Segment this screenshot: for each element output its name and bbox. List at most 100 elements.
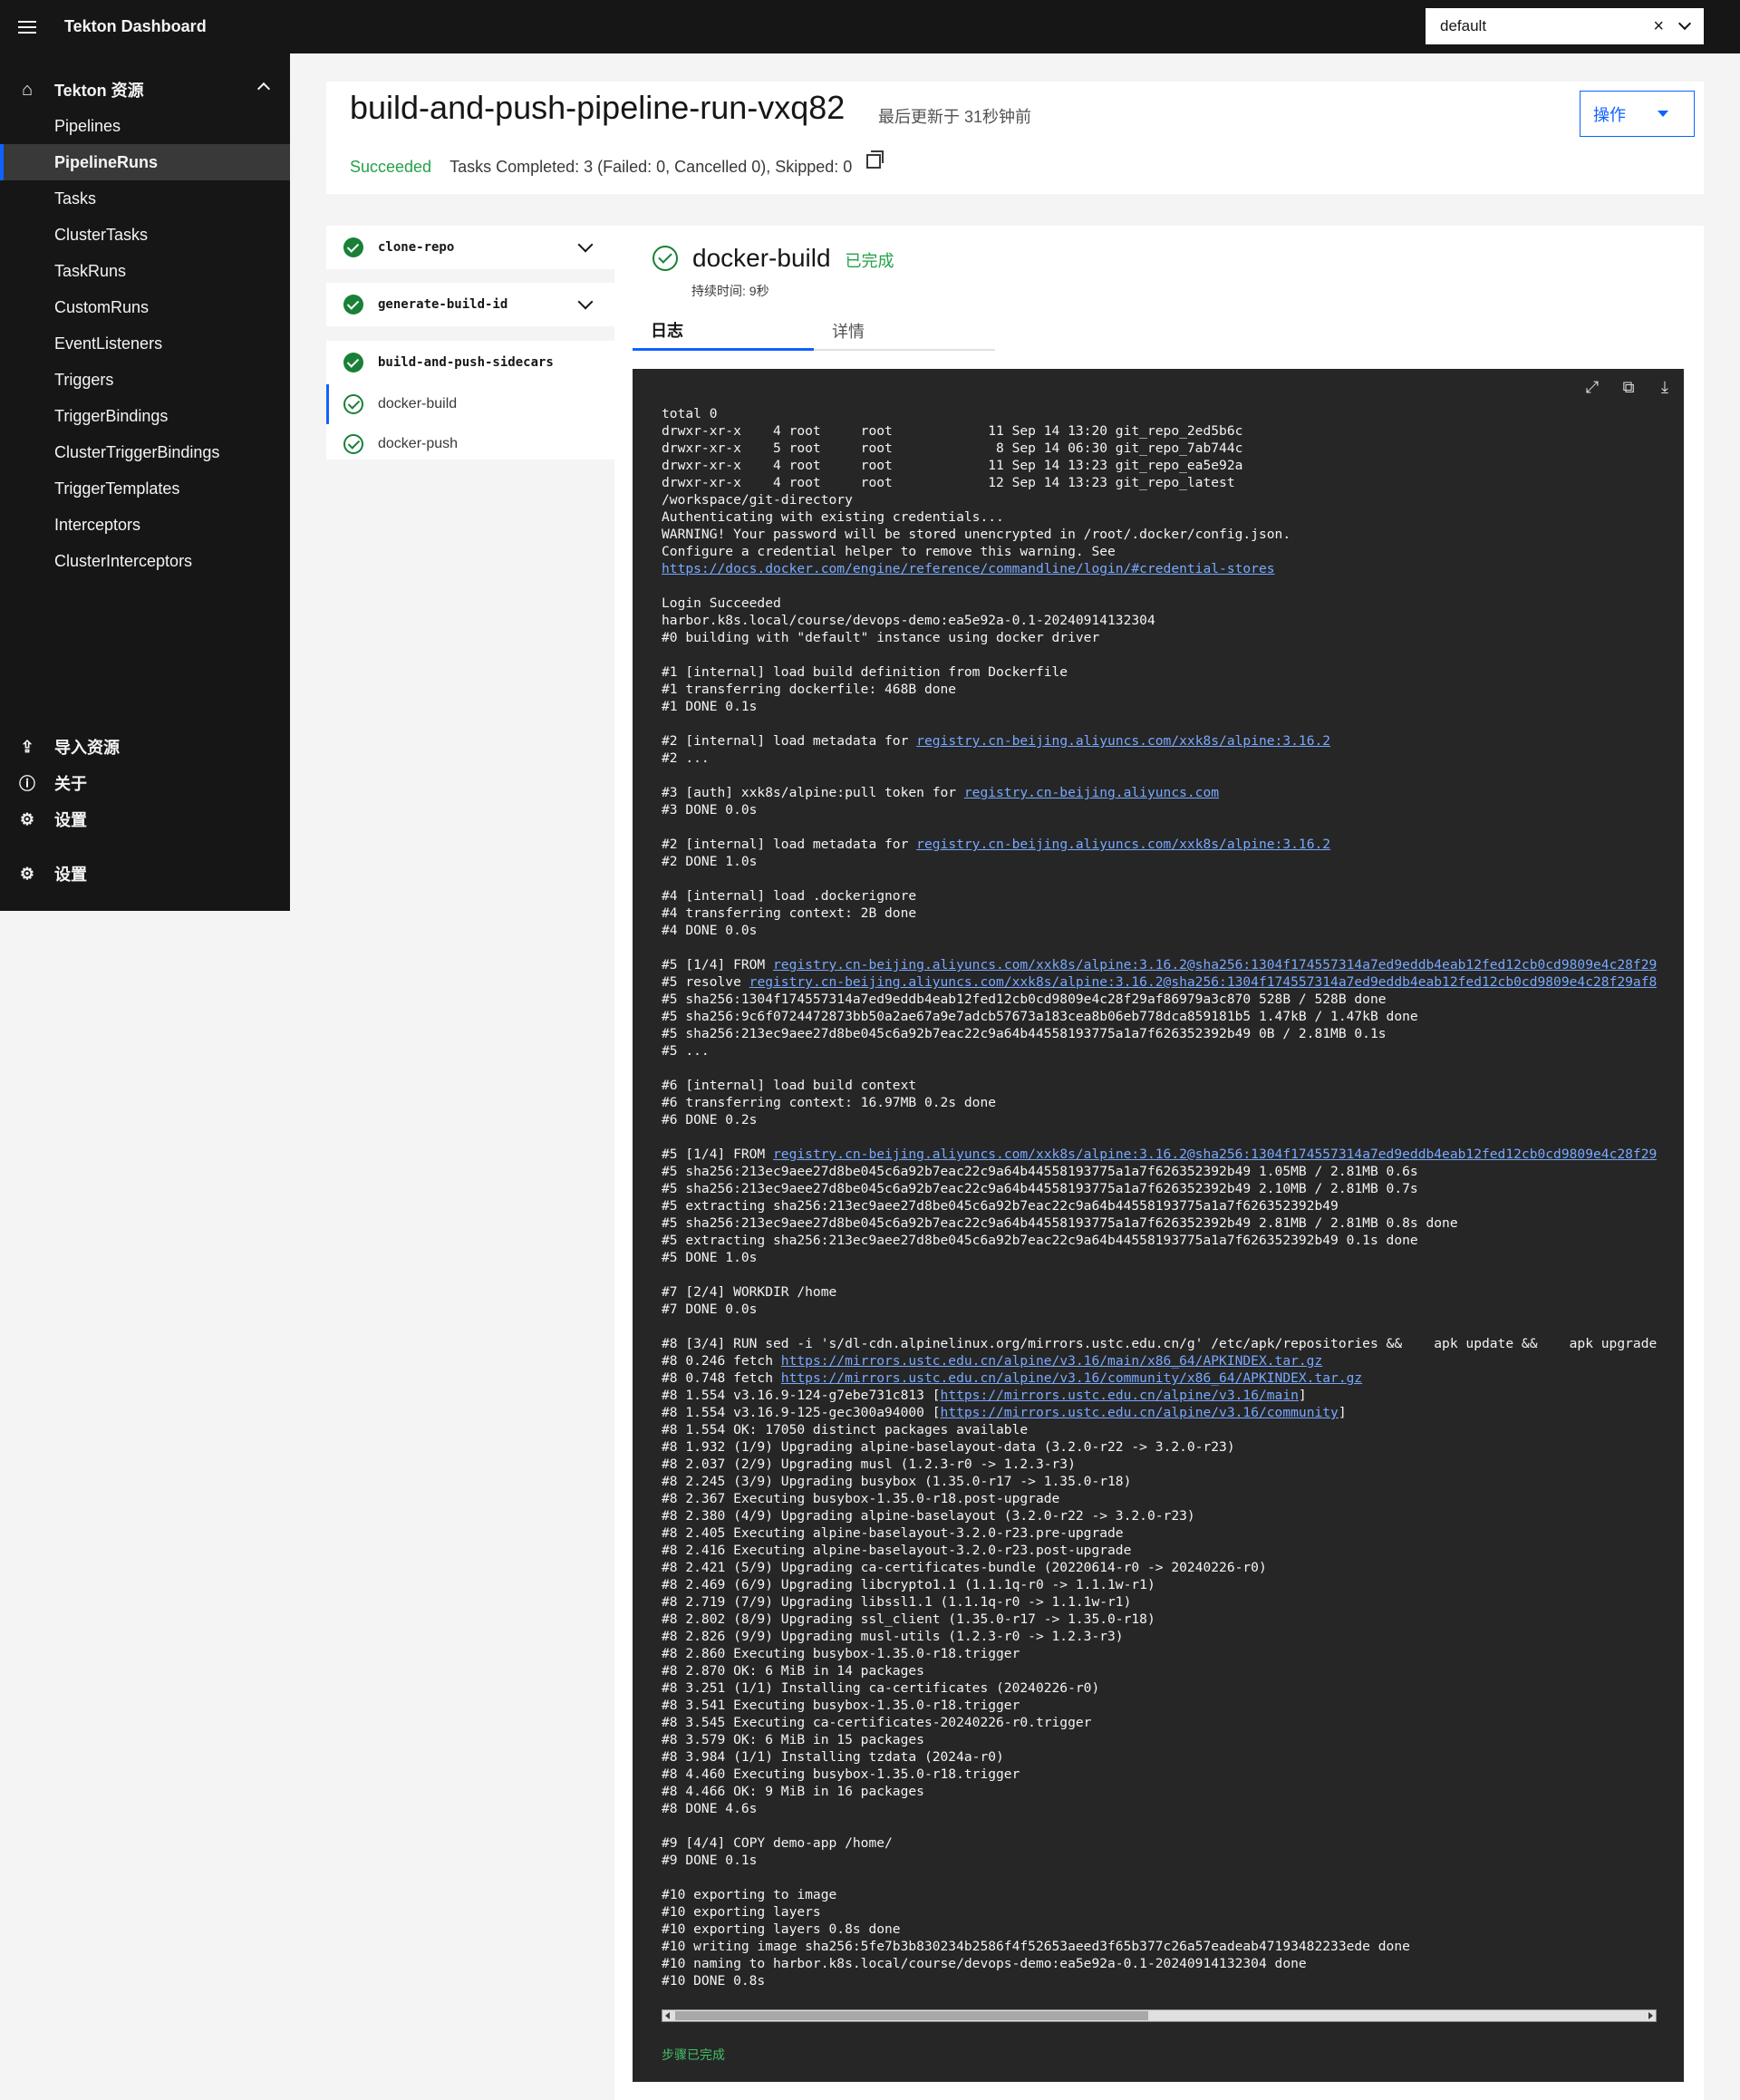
sidebar-item-pipelineruns[interactable]: PipelineRuns bbox=[0, 144, 290, 180]
sidebar-group-tekton-resources[interactable]: ⌂ Tekton 资源 bbox=[0, 72, 290, 108]
log-link[interactable]: registry.cn-beijing.aliyuncs.com/xxk8s/a… bbox=[773, 1147, 1657, 1162]
step-status: 已完成 bbox=[845, 252, 894, 270]
sidebar-item-triggers[interactable]: Triggers bbox=[0, 362, 290, 398]
log-link[interactable]: https://mirrors.ustc.edu.cn/alpine/v3.16… bbox=[941, 1405, 1339, 1420]
maximize-icon[interactable]: ⤢ bbox=[1582, 378, 1602, 397]
copy-icon[interactable] bbox=[866, 150, 884, 169]
sidebar-item-tasks[interactable]: Tasks bbox=[0, 180, 290, 217]
log-link[interactable]: https://mirrors.ustc.edu.cn/alpine/v3.16… bbox=[781, 1353, 1322, 1369]
scroll-right-icon[interactable] bbox=[1648, 2012, 1653, 2019]
task-header[interactable]: clone-repo bbox=[326, 226, 614, 269]
log-line: #5 sha256:1304f174557314a7ed9eddb4eab12f… bbox=[662, 992, 1387, 1007]
sidebar-item-customruns[interactable]: CustomRuns bbox=[0, 289, 290, 325]
log-line: #8 2.037 (2/9) Upgrading musl (1.2.3-r0 … bbox=[662, 1456, 1076, 1472]
task-clone-repo[interactable]: clone-repo bbox=[326, 226, 614, 269]
log-line: #8 3.541 Executing busybox-1.35.0-r18.tr… bbox=[662, 1698, 1020, 1713]
scrollbar-thumb[interactable] bbox=[675, 2011, 1148, 2020]
sidebar-item-eventlisteners[interactable]: EventListeners bbox=[0, 325, 290, 362]
task-name: generate-build-id bbox=[378, 297, 508, 312]
log-link[interactable]: https://mirrors.ustc.edu.cn/alpine/v3.16… bbox=[781, 1370, 1362, 1386]
log-line: Login Succeeded bbox=[662, 595, 781, 611]
step-duration: 持续时间: 9秒 bbox=[691, 284, 769, 298]
log-line: #8 0.246 fetch https://mirrors.ustc.edu.… bbox=[662, 1353, 1323, 1369]
log-horizontal-scrollbar[interactable] bbox=[662, 2009, 1657, 2022]
log-line: #8 1.554 v3.16.9-124-g7ebe731c813 [https… bbox=[662, 1388, 1307, 1403]
chevron-down-icon[interactable] bbox=[577, 237, 594, 253]
download-icon[interactable]: ⤓ bbox=[1655, 378, 1675, 397]
tab-logs[interactable]: 日志 bbox=[633, 311, 814, 351]
actions-label: 操作 bbox=[1593, 105, 1626, 124]
step-success-icon bbox=[343, 434, 363, 454]
log-line: #1 DONE 0.1s bbox=[662, 699, 758, 714]
sidebar-settings[interactable]: ⚙ 设置 bbox=[0, 801, 290, 837]
log-line: #0 building with "default" instance usin… bbox=[662, 630, 1100, 645]
step-success-icon bbox=[343, 394, 363, 414]
log-line: #2 ... bbox=[662, 750, 710, 766]
sidebar-item-triggertemplates[interactable]: TriggerTemplates bbox=[0, 470, 290, 507]
task-build-and-push-sidecars[interactable]: build-and-push-sidecars docker-build doc… bbox=[326, 341, 614, 460]
log-line: #8 [3/4] RUN sed -i 's/dl-cdn.alpinelinu… bbox=[662, 1336, 1657, 1351]
log-link[interactable]: registry.cn-beijing.aliyuncs.com/xxk8s/a… bbox=[916, 733, 1330, 749]
task-header[interactable]: generate-build-id bbox=[326, 283, 614, 326]
log-line: #8 2.367 Executing busybox-1.35.0-r18.po… bbox=[662, 1491, 1060, 1506]
last-updated: 最后更新于 31秒钟前 bbox=[878, 108, 1032, 126]
sidebar-item-clustertriggerbindings[interactable]: ClusterTriggerBindings bbox=[0, 434, 290, 470]
log-line: #8 3.984 (1/1) Installing tzdata (2024a-… bbox=[662, 1749, 1004, 1765]
sidebar-item-pipelines[interactable]: Pipelines bbox=[0, 108, 290, 144]
log-link[interactable]: registry.cn-beijing.aliyuncs.com/xxk8s/a… bbox=[749, 974, 1657, 990]
log-line: #8 2.469 (6/9) Upgrading libcrypto1.1 (1… bbox=[662, 1577, 1155, 1592]
log-line: #8 2.380 (4/9) Upgrading alpine-baselayo… bbox=[662, 1508, 1195, 1524]
actions-button[interactable]: 操作 bbox=[1580, 91, 1695, 137]
log-line: #8 2.245 (3/9) Upgrading busybox (1.35.0… bbox=[662, 1474, 1132, 1489]
sidebar-item-taskruns[interactable]: TaskRuns bbox=[0, 253, 290, 289]
log-line: #5 sha256:213ec9aee27d8be045c6a92b7eac22… bbox=[662, 1215, 1458, 1231]
log-line: #4 DONE 0.0s bbox=[662, 923, 758, 938]
sidebar-import-resources[interactable]: ⇪ 导入资源 bbox=[0, 729, 290, 765]
log-line: #8 2.405 Executing alpine-baselayout-3.2… bbox=[662, 1525, 1124, 1541]
sidebar-item-clusterinterceptors[interactable]: ClusterInterceptors bbox=[0, 543, 290, 579]
log-link[interactable]: https://mirrors.ustc.edu.cn/alpine/v3.16… bbox=[941, 1388, 1299, 1403]
log-link[interactable]: registry.cn-beijing.aliyuncs.com bbox=[964, 785, 1219, 800]
log-link[interactable]: registry.cn-beijing.aliyuncs.com/xxk8s/a… bbox=[773, 957, 1657, 973]
log-line: #1 [internal] load build definition from… bbox=[662, 664, 1068, 680]
log-line: #6 [internal] load build context bbox=[662, 1078, 917, 1093]
sidebar-item-interceptors[interactable]: Interceptors bbox=[0, 507, 290, 543]
log-line: total 0 bbox=[662, 406, 718, 421]
log-line: drwxr-xr-x 4 root root 11 Sep 14 13:23 g… bbox=[662, 458, 1243, 473]
step-docker-build[interactable]: docker-build bbox=[326, 384, 614, 424]
log-line: #7 DONE 0.0s bbox=[662, 1302, 758, 1317]
step-label: docker-build bbox=[378, 396, 458, 411]
log-line: drwxr-xr-x 5 root root 8 Sep 14 06:30 gi… bbox=[662, 440, 1243, 456]
chevron-down-icon[interactable] bbox=[577, 294, 594, 310]
task-header[interactable]: build-and-push-sidecars bbox=[326, 341, 614, 384]
scroll-left-icon[interactable] bbox=[665, 2012, 670, 2019]
chevron-down-icon[interactable] bbox=[1677, 16, 1692, 31]
app-title[interactable]: Tekton Dashboard bbox=[64, 17, 207, 36]
log-line: #9 [4/4] COPY demo-app /home/ bbox=[662, 1835, 893, 1851]
log-link[interactable]: https://docs.docker.com/engine/reference… bbox=[662, 561, 1275, 576]
log-line: #7 [2/4] WORKDIR /home bbox=[662, 1284, 837, 1300]
sidebar-item-triggerbindings[interactable]: TriggerBindings bbox=[0, 398, 290, 434]
tab-details[interactable]: 详情 bbox=[814, 311, 995, 351]
step-docker-push[interactable]: docker-push bbox=[326, 424, 614, 464]
import-icon: ⇪ bbox=[20, 737, 34, 756]
sidebar-settings-secondary[interactable]: ⚙ 设置 bbox=[0, 856, 290, 892]
log-line: #8 1.554 OK: 17050 distinct packages ava… bbox=[662, 1422, 1029, 1437]
sidebar-about[interactable]: ⓘ 关于 bbox=[0, 765, 290, 801]
clear-namespace-icon[interactable]: × bbox=[1653, 16, 1664, 37]
namespace-select[interactable]: default × bbox=[1426, 8, 1704, 44]
launch-icon[interactable]: ⧉ bbox=[1619, 378, 1638, 397]
sidebar-item-clustertasks[interactable]: ClusterTasks bbox=[0, 217, 290, 253]
task-generate-build-id[interactable]: generate-build-id bbox=[326, 283, 614, 326]
log-link[interactable]: registry.cn-beijing.aliyuncs.com/xxk8s/a… bbox=[916, 837, 1330, 852]
top-header: Tekton Dashboard default × bbox=[0, 0, 1740, 53]
hamburger-menu-icon[interactable] bbox=[0, 0, 53, 53]
log-line: #8 DONE 4.6s bbox=[662, 1801, 758, 1816]
log-line: #8 1.932 (1/9) Upgrading alpine-baselayo… bbox=[662, 1439, 1235, 1455]
log-line: #8 2.826 (9/9) Upgrading musl-utils (1.2… bbox=[662, 1629, 1124, 1644]
